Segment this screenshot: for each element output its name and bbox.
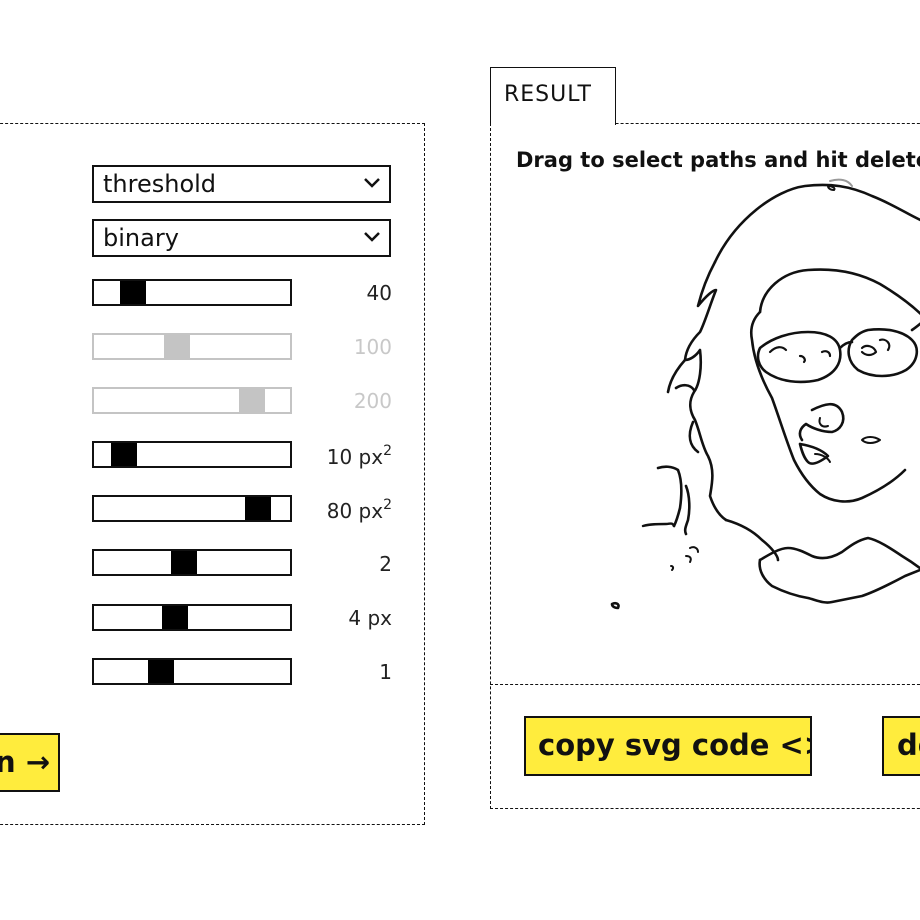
iterations-value: 1 (379, 660, 392, 684)
smoothing-value: 2 (379, 552, 392, 576)
upper-threshold-slider[interactable] (92, 387, 292, 414)
run-button[interactable]: n → (0, 733, 60, 792)
lower-threshold-slider[interactable] (92, 333, 292, 360)
slider-knob[interactable] (162, 606, 188, 629)
stroke-width-value: 4 px (348, 606, 392, 630)
upper-threshold-value: 200 (353, 389, 392, 413)
mode-select[interactable]: threshold (92, 165, 391, 203)
iterations-slider[interactable] (92, 658, 292, 685)
slider-knob[interactable] (111, 443, 137, 466)
result-divider (490, 684, 920, 685)
min-area-value: 10 px2 (326, 443, 392, 469)
type-select[interactable]: binary (92, 219, 391, 257)
smoothing-slider[interactable] (92, 549, 292, 576)
stroke-width-slider[interactable] (92, 604, 292, 631)
slider-knob[interactable] (239, 389, 265, 412)
chevron-down-icon (364, 232, 380, 242)
result-instruction: Drag to select paths and hit delete (516, 148, 920, 172)
lower-threshold-value: 100 (353, 335, 392, 359)
copy-svg-button[interactable]: copy svg code <> (524, 716, 812, 776)
threshold-value: 40 (366, 281, 392, 305)
slider-knob[interactable] (171, 551, 197, 574)
type-select-value: binary (103, 224, 179, 252)
slider-knob[interactable] (164, 335, 190, 358)
min-area-slider[interactable] (92, 441, 292, 468)
chevron-down-icon (364, 178, 380, 188)
max-area-value: 80 px2 (326, 497, 392, 523)
slider-knob[interactable] (120, 281, 146, 304)
slider-knob[interactable] (148, 660, 174, 683)
tab-result[interactable]: RESULT (490, 67, 616, 125)
traced-portrait-svg[interactable] (600, 175, 920, 615)
slider-knob[interactable] (245, 497, 271, 520)
threshold-slider[interactable] (92, 279, 292, 306)
mode-select-value: threshold (103, 170, 217, 198)
download-button[interactable]: do (882, 716, 920, 776)
max-area-slider[interactable] (92, 495, 292, 522)
